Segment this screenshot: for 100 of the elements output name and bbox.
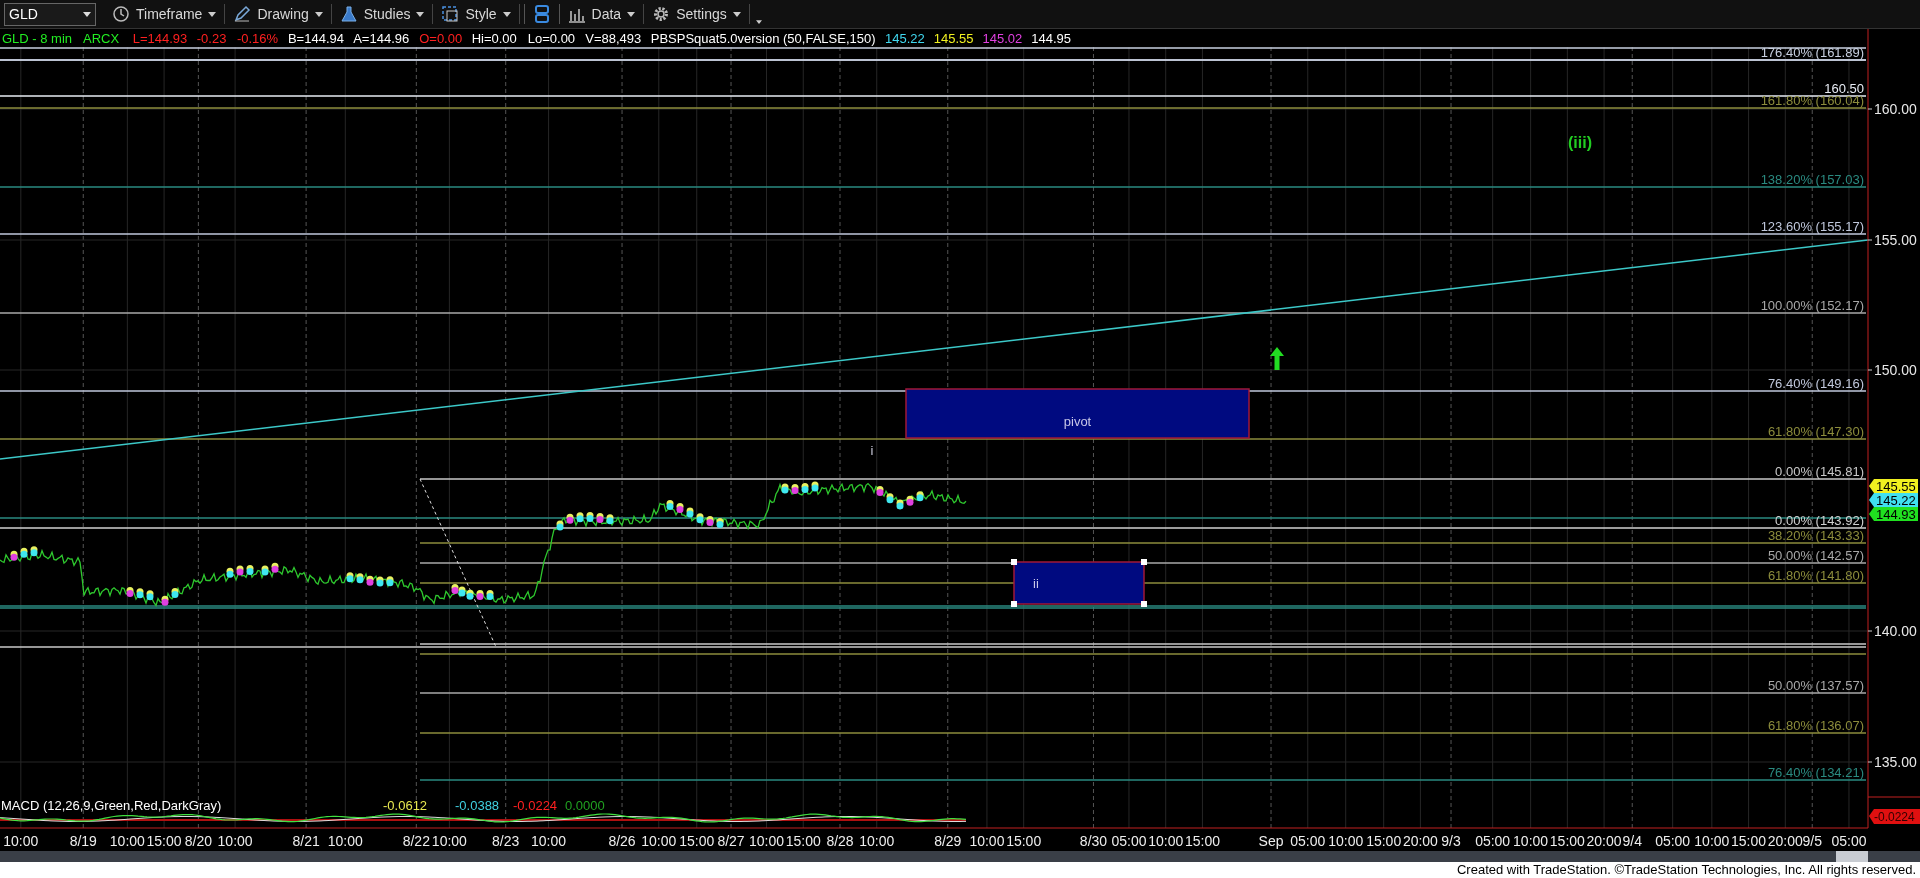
- toolbar-button[interactable]: Drawing: [229, 1, 327, 27]
- caret-icon: [627, 11, 636, 17]
- quote-field: V=88,493: [585, 31, 642, 46]
- time-axis-label: 20:00: [1767, 833, 1803, 849]
- toolbar-button[interactable]: Style: [437, 1, 515, 27]
- caret-icon: [416, 11, 425, 17]
- dashed-trend-line[interactable]: [419, 478, 497, 648]
- price-badge: 145.55: [1869, 479, 1918, 494]
- time-axis-label: 10:00: [327, 833, 363, 849]
- time-axis-label: 15:00: [785, 833, 821, 849]
- toolbar-button[interactable]: Settings: [648, 1, 745, 27]
- fib-level-label: 76.40% (149.16): [1767, 376, 1864, 391]
- time-axis-label: 05:00: [1655, 833, 1691, 849]
- time-axis-label: 05:00: [1831, 833, 1867, 849]
- fib-level-label: 176.40% (161.89): [1760, 45, 1864, 60]
- fib-level-label: 160.50: [1824, 81, 1864, 96]
- price-badge: 145.22: [1869, 493, 1918, 508]
- toolbar-button[interactable]: Studies: [335, 1, 429, 27]
- time-axis-label: 8/29: [934, 833, 962, 849]
- time-axis-label: 10:00: [641, 833, 677, 849]
- time-axis-label: 8/26: [608, 833, 636, 849]
- price-axis-label: 150.00: [1874, 362, 1917, 378]
- time-axis-label: 15:00: [1184, 833, 1220, 849]
- time-axis-label: 8/28: [826, 833, 854, 849]
- quote-field: Hi=0.00: [471, 31, 517, 46]
- quote-field: -0.23: [196, 31, 227, 46]
- macd-value: -0.0224: [513, 798, 558, 813]
- time-axis-label: 10:00: [3, 833, 39, 849]
- time-axis-label: 8/21: [292, 833, 320, 849]
- time-axis-label: 9/4: [1622, 833, 1642, 849]
- price-axis-label: 135.00: [1874, 754, 1917, 770]
- time-axis-label: 15:00: [1731, 833, 1767, 849]
- pencil-icon: [233, 5, 252, 23]
- fib-level-line[interactable]: [419, 562, 1867, 564]
- copyright-footer: Created with TradeStation. ©TradeStation Technologies, Inc. All rights reserved.: [1456, 862, 1916, 878]
- fib-level-label: 50.00% (142.57): [1767, 548, 1864, 563]
- quote-field: 145.02: [982, 31, 1023, 46]
- time-axis-label: 20:00: [1586, 833, 1622, 849]
- macd-label: MACD (12,26,9,Green,Red,DarkGray): [1, 798, 222, 813]
- caret-icon: [83, 11, 91, 17]
- time-axis-label: 15:00: [1006, 833, 1042, 849]
- time-axis-label: 10:00: [109, 833, 145, 849]
- fib-level-label: 123.60% (155.17): [1760, 219, 1864, 234]
- target-zone[interactable]: ii: [1011, 559, 1147, 607]
- caret-icon: [208, 11, 217, 17]
- quote-field: A=144.96: [353, 31, 410, 46]
- time-axis-label: 10:00: [859, 833, 895, 849]
- fib-level-label: 100.00% (152.17): [1760, 298, 1864, 313]
- trend-line[interactable]: [0, 239, 1869, 460]
- pivot-zone[interactable]: pivot: [905, 388, 1250, 439]
- wave-label: i: [870, 443, 874, 458]
- time-axis-label: 10:00: [1694, 833, 1730, 849]
- fib-level-label: 61.80% (141.80): [1767, 568, 1864, 583]
- fib-level-label: 61.80% (136.07): [1767, 718, 1864, 733]
- clock-icon: [112, 5, 130, 23]
- gear-icon: [652, 5, 671, 23]
- time-axis-label: Sep: [1258, 833, 1284, 849]
- time-axis-label: 05:00: [1111, 833, 1147, 849]
- symbol-dropdown[interactable]: GLD: [4, 2, 96, 26]
- quote-field: 145.55: [933, 31, 974, 46]
- time-axis-label: 15:00: [146, 833, 182, 849]
- time-axis-label: 9/5: [1802, 833, 1822, 849]
- quote-field: B=144.94: [287, 31, 344, 46]
- quote-field: GLD - 8 min: [2, 31, 73, 46]
- time-axis-label: 9/3: [1441, 833, 1461, 849]
- toolbar-button[interactable]: Timeframe: [108, 1, 221, 27]
- time-axis-label: 10:00: [431, 833, 467, 849]
- time-axis-label: 05:00: [1290, 833, 1326, 849]
- time-axis-label: 10:00: [1148, 833, 1184, 849]
- price-axis-label: 140.00: [1874, 623, 1917, 639]
- quote-field: 144.95: [1031, 31, 1071, 46]
- quote-field: L=144.93: [132, 31, 188, 46]
- window-layout-icon: [532, 5, 551, 23]
- macd-value: 0.0000: [565, 798, 605, 813]
- time-axis-label: 10:00: [1513, 833, 1549, 849]
- fib-level-label: 76.40% (134.21): [1767, 765, 1864, 780]
- time-axis-label: 8/23: [492, 833, 520, 849]
- price-badge: 144.93: [1869, 507, 1918, 522]
- macd-badge: -0.0224: [1869, 809, 1920, 824]
- quote-field: Lo=0.00: [527, 31, 576, 46]
- caret-icon: [314, 11, 323, 17]
- time-axis-label: 15:00: [679, 833, 715, 849]
- caret-icon: [732, 11, 741, 17]
- macd-value: -0.0612: [383, 798, 428, 813]
- fib-level-label: 50.00% (137.57): [1767, 678, 1864, 693]
- time-axis-label: 8/27: [717, 833, 745, 849]
- quote-field: O=0.00: [419, 31, 463, 46]
- time-axis-label: 05:00: [1475, 833, 1511, 849]
- price-axis-label: 160.00: [1874, 101, 1917, 117]
- up-arrow-icon: [1270, 347, 1284, 370]
- time-axis-label: 8/22: [402, 833, 430, 849]
- time-axis-label: 8/20: [184, 833, 212, 849]
- fib-level-label: 161.80% (160.04): [1760, 93, 1864, 108]
- time-axis-label: 15:00: [1366, 833, 1402, 849]
- time-axis-label: 10:00: [969, 833, 1005, 849]
- fib-level-label: 138.20% (157.03): [1760, 172, 1864, 187]
- fib-level-label: 0.00% (143.92): [1775, 513, 1864, 528]
- horizontal-scrollbar[interactable]: [0, 851, 1920, 862]
- toolbar-button[interactable]: Data: [563, 1, 640, 27]
- caret-icon: [755, 19, 762, 24]
